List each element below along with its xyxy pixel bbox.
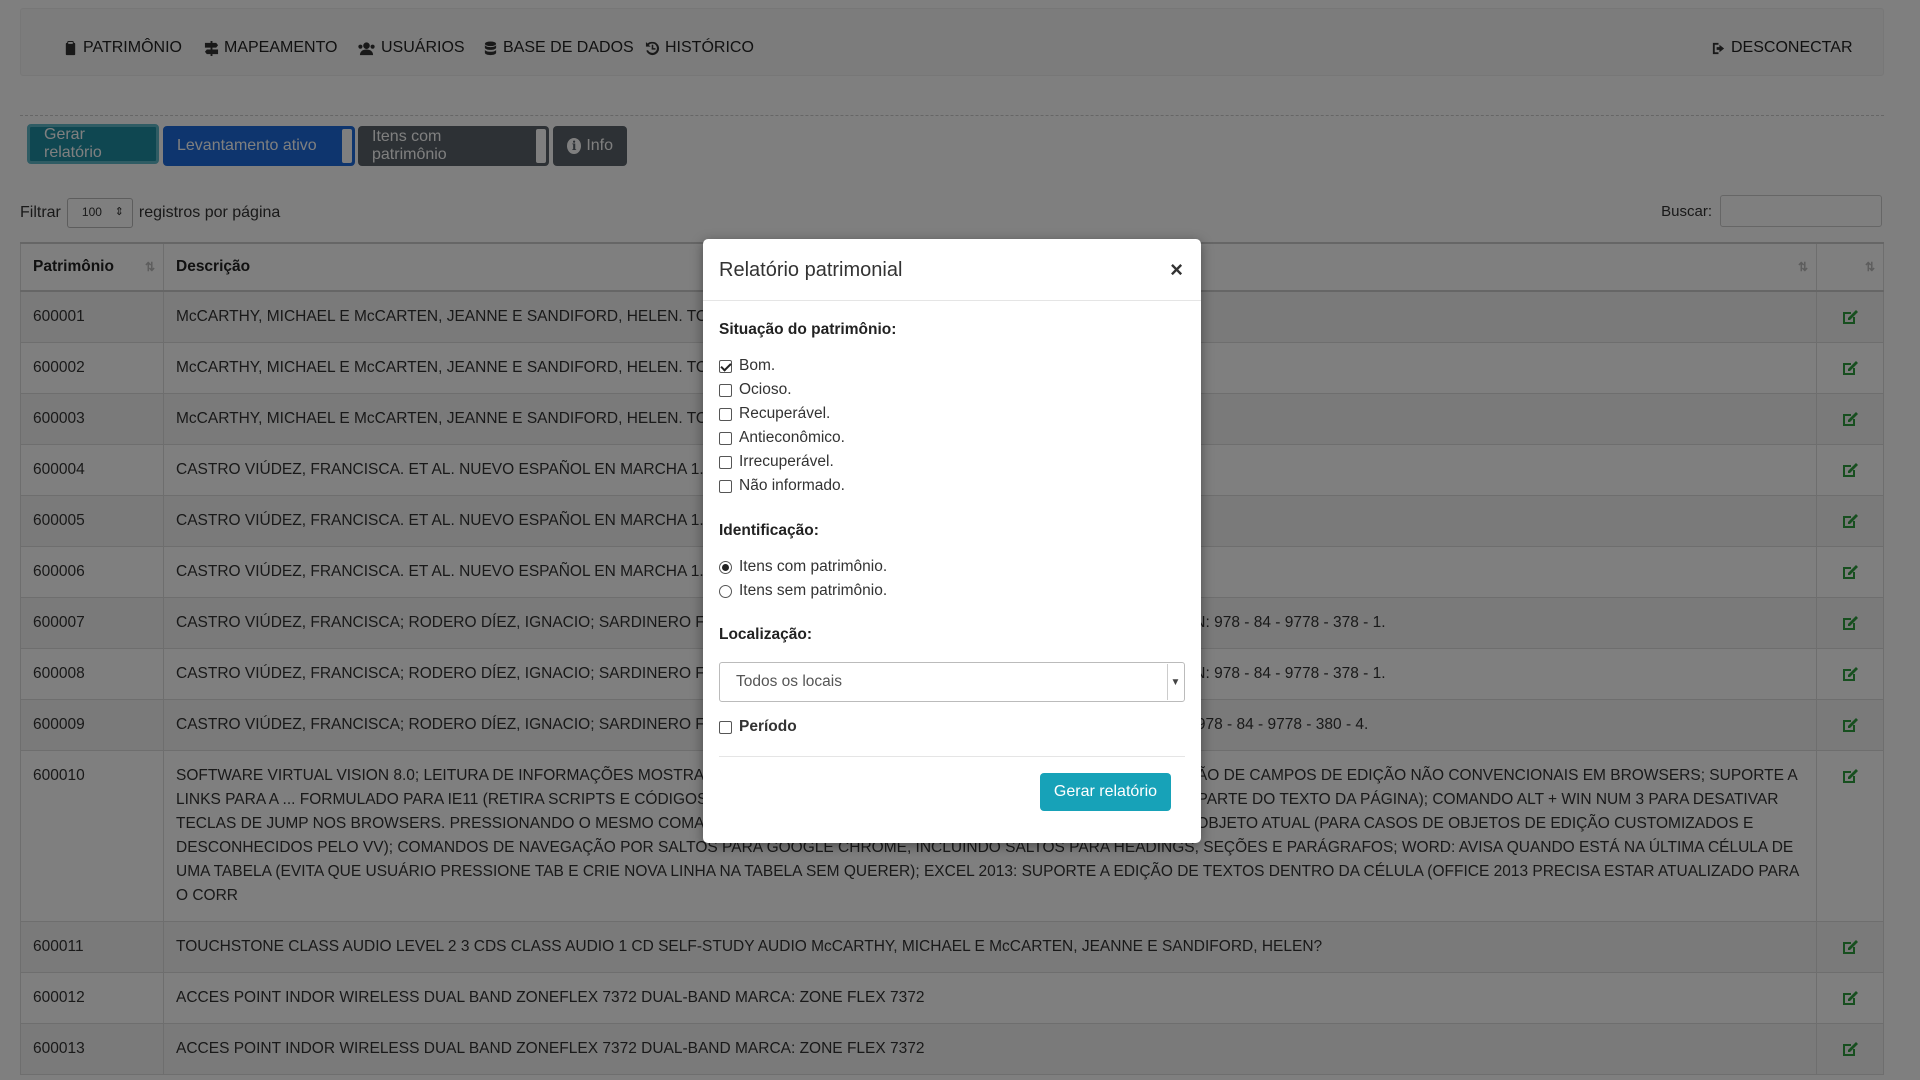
period-option[interactable]: Período — [719, 717, 797, 737]
radio[interactable] — [719, 584, 732, 598]
location-label: Localização: — [719, 626, 813, 643]
option-label: Irrecuperável. — [739, 453, 834, 470]
option-label: Ocioso. — [739, 381, 792, 398]
radio[interactable] — [719, 560, 732, 574]
location-select[interactable]: Todos os locais ▼ — [719, 662, 1185, 702]
identification-label: Identificação: — [719, 522, 819, 539]
situation-option-nao-informado[interactable]: Não informado. — [719, 476, 845, 496]
option-label: Não informado. — [739, 477, 845, 494]
chevron-down-icon: ▼ — [1167, 664, 1183, 700]
generate-report-button[interactable]: Gerar relatório — [1040, 773, 1171, 811]
checkbox[interactable] — [719, 407, 732, 421]
report-modal: Relatório patrimonial × Situação do patr… — [703, 239, 1201, 843]
period-label: Período — [739, 718, 797, 735]
location-select-value: Todos os locais — [736, 673, 842, 690]
situation-option-antieconomico[interactable]: Antieconômico. — [719, 428, 845, 448]
checkbox[interactable] — [719, 479, 732, 493]
checkbox[interactable] — [719, 431, 732, 445]
situation-option-ocioso[interactable]: Ocioso. — [719, 380, 792, 400]
checkbox[interactable] — [719, 359, 732, 373]
option-label: Recuperável. — [739, 405, 831, 422]
situation-option-recuperavel[interactable]: Recuperável. — [719, 404, 830, 424]
situation-option-bom[interactable]: Bom. — [719, 356, 775, 376]
generate-report-button-label: Gerar relatório — [1053, 783, 1158, 800]
checkbox[interactable] — [719, 455, 732, 469]
modal-title: Relatório patrimonial — [719, 259, 903, 281]
option-label: Antieconômico. — [739, 429, 845, 446]
option-label: Itens sem patrimônio. — [739, 582, 888, 599]
modal-divider — [719, 756, 1185, 757]
situation-label: Situação do patrimônio: — [719, 321, 897, 338]
modal-header: Relatório patrimonial × — [703, 239, 1201, 301]
checkbox[interactable] — [719, 383, 732, 397]
option-label: Itens com patrimônio. — [739, 558, 888, 575]
situation-option-irrecuperavel[interactable]: Irrecuperável. — [719, 452, 834, 472]
identification-option-sem[interactable]: Itens sem patrimônio. — [719, 581, 887, 601]
checkbox[interactable] — [719, 720, 732, 734]
option-label: Bom. — [739, 357, 776, 374]
close-icon[interactable]: × — [1170, 257, 1183, 283]
identification-option-com[interactable]: Itens com patrimônio. — [719, 557, 887, 577]
